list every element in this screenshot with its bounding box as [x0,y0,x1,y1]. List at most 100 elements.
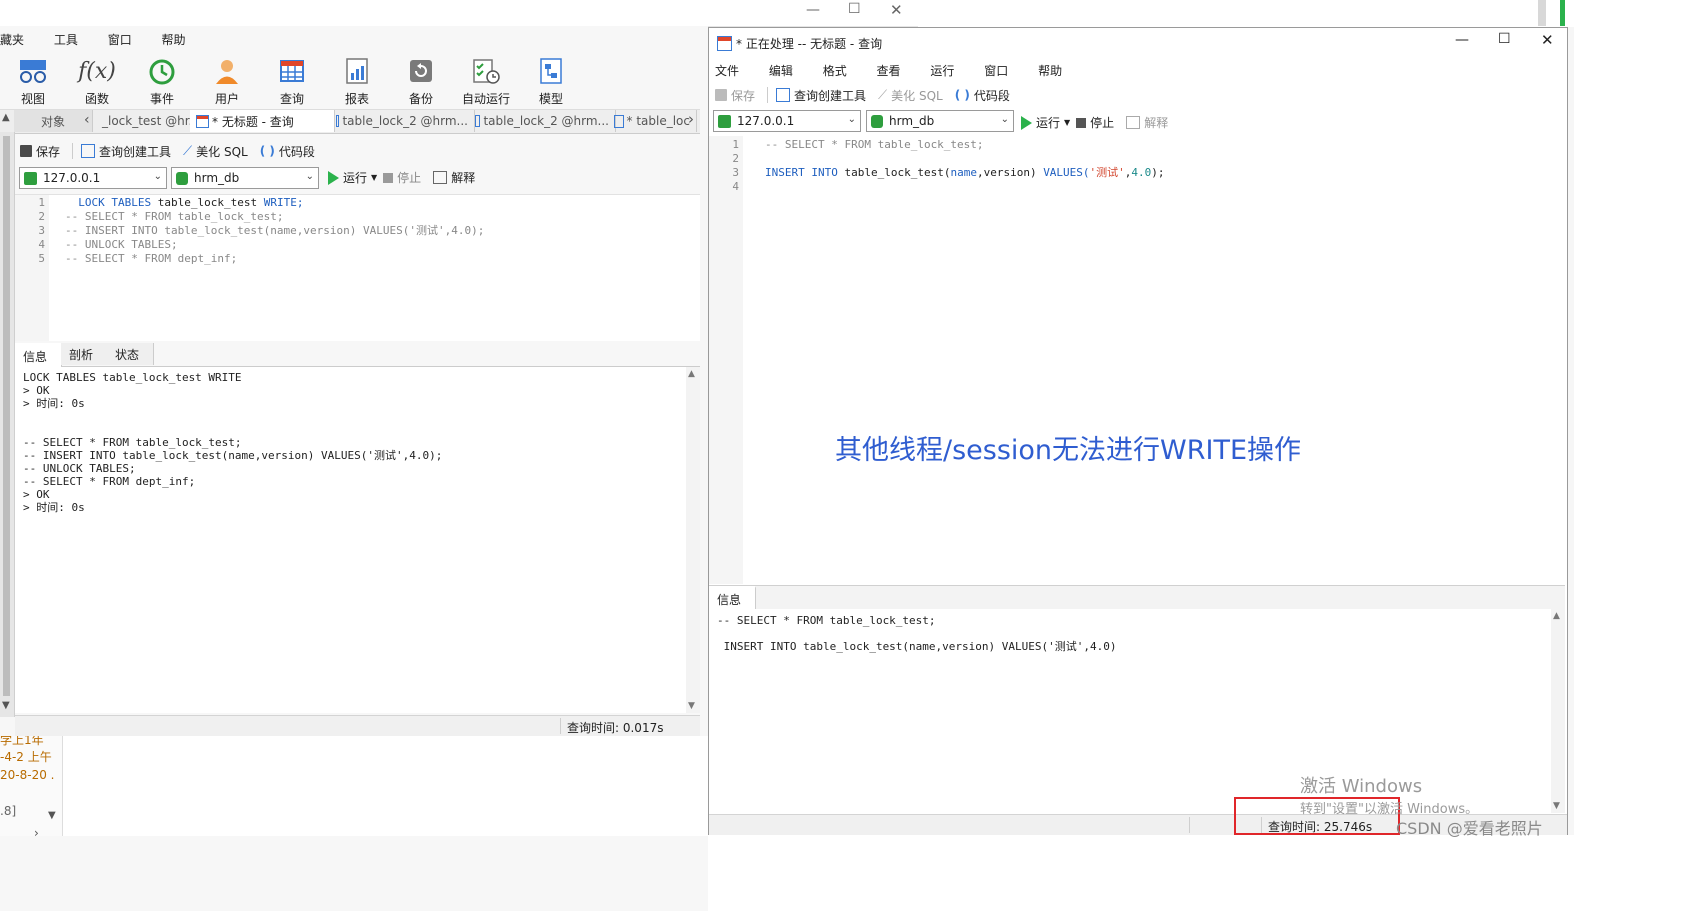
toolbar-autorun-button[interactable]: 自动运行 [456,56,516,107]
tab-objects[interactable]: 对象 [14,110,93,132]
tab-status[interactable]: 状态 [107,343,154,365]
line-number: 4 [38,238,45,251]
list-scroll-right-icon[interactable]: › [34,826,39,840]
right-code-editor[interactable]: 1 2 3 4 -- SELECT * FROM table_lock_test… [709,136,1565,584]
tab-info[interactable]: 信息 [709,586,756,610]
right-titlebar: * 正在处理 -- 无标题 - 查询 — ☐ ✕ [709,28,1567,56]
line-number: 5 [38,252,45,265]
beautify-sql-button[interactable]: ⟋ 美化 SQL [878,87,943,104]
menu-window[interactable]: 窗口 [108,33,132,47]
run-dropdown-icon[interactable]: ▼ [371,173,377,182]
toolbar-label: 模型 [538,92,563,106]
tab-table-loc[interactable]: * table_loc [608,110,697,132]
tab-info[interactable]: 信息 [15,343,62,367]
line-number: 2 [732,152,739,165]
scroll-up-icon[interactable]: ▲ [1553,611,1560,621]
menu-help[interactable]: 帮助 [1038,64,1062,78]
code-snippet-button[interactable]: ( ) 代码段 [260,143,315,160]
menu-tools[interactable]: 工具 [54,33,78,47]
toolbar-report-button[interactable]: 报表 [327,56,387,107]
tab-lock-test[interactable]: _lock_test @hr... [96,110,199,132]
close-icon[interactable]: ✕ [1541,31,1554,49]
explain-label: 解释 [451,171,476,185]
code-line-5: -- SELECT * FROM dept_inf; [65,252,238,265]
left-output-scrollbar[interactable]: ▲ ▼ [686,367,700,713]
sidebar-scrollbar-thumb[interactable] [3,136,10,696]
scroll-down-icon[interactable]: ▼ [688,701,695,711]
snippet-icon: ( ) [954,88,970,102]
scroll-up-icon[interactable]: ▲ [688,369,695,379]
explain-button[interactable]: 解释 [433,169,475,186]
beautify-sql-button[interactable]: ⟋ 美化 SQL [183,143,248,160]
query-builder-button[interactable]: 查询创建工具 [81,143,171,160]
left-bottom-list: 学上1年 -4-2 上午 20-8-20 . .8] [0,736,63,836]
snippet-icon: ( ) [259,144,275,158]
tab-table-lock-2-b-label: table_lock_2 @hrm... [483,114,609,128]
database-select[interactable]: hrm_db ⌄ [171,167,319,189]
scroll-up-icon[interactable]: ▲ [2,112,10,123]
left-code-editor[interactable]: 1 2 3 4 5 LOCK TABLES table_lock_test WR… [15,194,700,341]
stop-button[interactable]: 停止 [383,169,421,186]
line-number: 1 [732,138,739,151]
connection-select[interactable]: 127.0.0.1 ⌄ [713,110,861,132]
left-status-bar: 查询时间: 0.017s [15,715,700,736]
right-output-scrollbar[interactable]: ▲ ▼ [1551,609,1565,813]
toolbar-event-button[interactable]: 事件 [132,56,192,107]
menu-view[interactable]: 查看 [877,64,901,78]
connection-select[interactable]: 127.0.0.1 ⌄ [19,167,167,189]
menu-window[interactable]: 窗口 [984,64,1008,78]
minimize-icon[interactable]: — [1455,32,1469,48]
sidebar-scroll-down-icon[interactable]: ▼ [2,700,10,711]
maximize-icon[interactable]: ☐ [1498,31,1511,47]
tab-profile[interactable]: 剖析 [61,343,108,365]
line-number: 3 [38,224,45,237]
toolbar-user-button[interactable]: 用户 [197,56,257,107]
run-dropdown-icon[interactable]: ▼ [1064,118,1070,127]
save-button[interactable]: 保存 [20,143,60,160]
table-icon [475,115,481,127]
scroll-down-icon[interactable]: ▼ [1553,801,1560,811]
menu-run[interactable]: 运行 [930,64,954,78]
tab-untitled-query[interactable]: * 无标题 - 查询 [190,110,335,132]
maximize-icon[interactable]: ☐ [848,1,861,17]
database-select[interactable]: hrm_db ⌄ [866,110,1014,132]
right-output-panel: -- SELECT * FROM table_lock_test; INSERT… [709,609,1551,813]
close-icon[interactable]: ✕ [890,1,903,19]
menu-format[interactable]: 格式 [823,64,847,78]
save-button[interactable]: 保存 [715,87,755,104]
parent-titlebar: — ☐ ✕ [0,0,918,27]
menu-favorites[interactable]: 藏夹 [0,33,24,47]
tab-scroll-left-icon[interactable]: ‹ [84,112,90,128]
toolbar-model-button[interactable]: 模型 [521,56,581,107]
line-number: 3 [732,166,739,179]
stop-label: 停止 [1090,116,1115,130]
sql-keyword: INSERT INTO [765,166,845,179]
minimize-icon[interactable]: — [806,2,820,18]
output-line: -- SELECT * FROM table_lock_test; [717,614,936,627]
output-line: -- SELECT * FROM table_lock_test; [23,436,242,449]
toolbar-query-button[interactable]: 查询 [262,56,322,107]
list-scroll-down-icon[interactable]: ▼ [48,810,56,821]
toolbar-divider [767,87,769,103]
chevron-down-icon: ⌄ [1000,114,1009,125]
tab-scroll-right-icon[interactable]: › [688,110,694,128]
menu-edit[interactable]: 编辑 [769,64,793,78]
toolbar-backup-button[interactable]: 备份 [391,56,451,107]
code-line-3: INSERT INTO table_lock_test(name,version… [765,166,1165,180]
menu-file[interactable]: 文件 [715,64,739,78]
run-button[interactable]: 运行 ▼ [1021,114,1070,131]
code-snippet-button[interactable]: ( ) 代码段 [955,87,1010,104]
left-tab-bar: ▲ 对象 ‹ _lock_test @hr... * 无标题 - 查询 tabl… [0,109,700,134]
query-builder-button[interactable]: 查询创建工具 [776,87,866,104]
stop-button[interactable]: 停止 [1076,114,1114,131]
menu-help[interactable]: 帮助 [162,33,186,47]
tab-table-lock-2-a[interactable]: table_lock_2 @hrm... [330,110,475,132]
query-builder-label: 查询创建工具 [99,144,172,159]
left-menubar: 藏夹 工具 窗口 帮助 [0,31,212,51]
tab-table-lock-2-b[interactable]: table_lock_2 @hrm... [469,110,616,132]
toolbar-function-button[interactable]: f(x) 函数 [67,56,127,107]
toolbar-view-button[interactable]: 视图 [3,56,63,107]
run-button[interactable]: 运行 ▼ [328,169,377,186]
explain-button[interactable]: 解释 [1126,114,1168,131]
beautify-icon: ⟋ [183,143,193,159]
